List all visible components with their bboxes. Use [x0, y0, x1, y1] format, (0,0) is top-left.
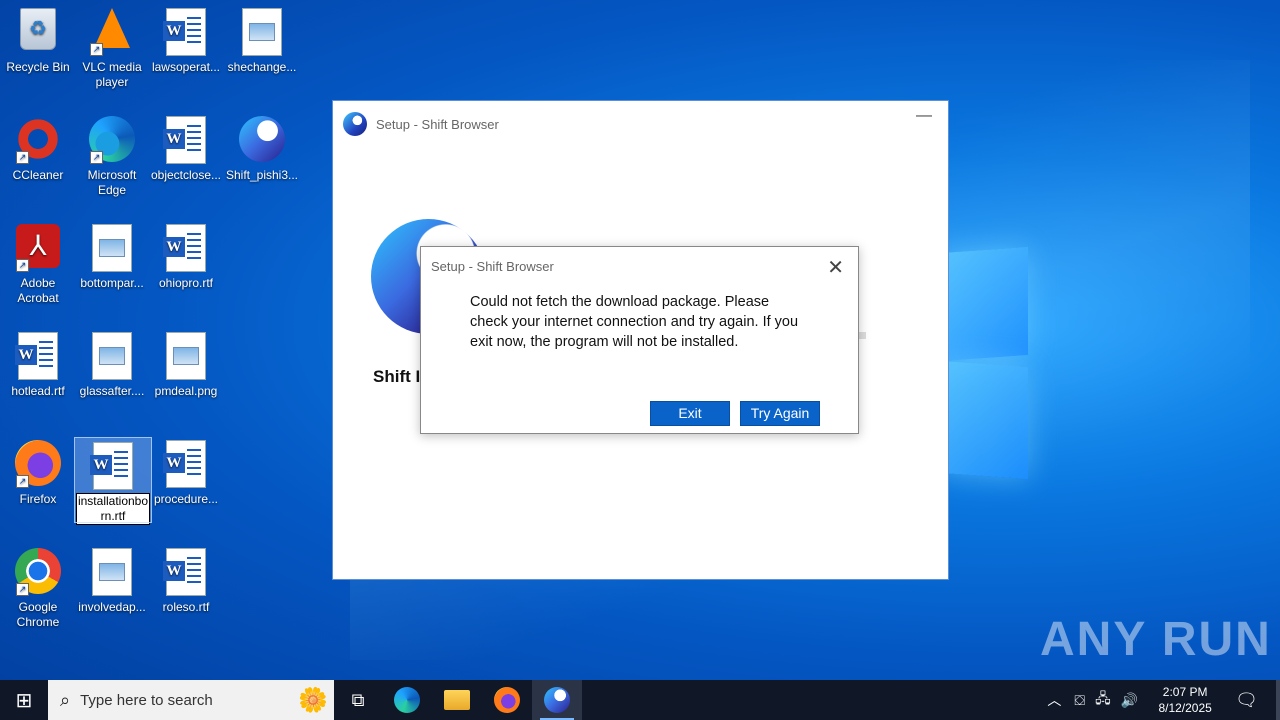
vlc-cone-icon: ↗	[88, 8, 136, 56]
word-doc-icon: W	[162, 8, 210, 56]
ccleaner-icon: ↗	[14, 116, 62, 164]
desktop-icon-vlc[interactable]: ↗ VLC media player	[74, 4, 150, 90]
desktop-icon-edge[interactable]: ↗ Microsoft Edge	[74, 112, 150, 198]
edge-icon	[394, 687, 420, 713]
desktop-icon-pmdeal[interactable]: pmdeal.png	[148, 328, 224, 399]
taskbar-shift-setup[interactable]	[532, 680, 582, 720]
chrome-icon: ↗	[14, 548, 62, 596]
firefox-icon: ↗	[14, 440, 62, 488]
word-doc-icon: W	[162, 116, 210, 164]
desktop-icon-shift-installer[interactable]: Shift_pishi3...	[224, 112, 300, 183]
rename-field[interactable]: installationborn.rtf	[76, 493, 150, 525]
dialog-title: Setup - Shift Browser	[431, 259, 554, 274]
word-doc-icon: W	[162, 440, 210, 488]
desktop-icon-firefox[interactable]: ↗ Firefox	[0, 436, 76, 507]
close-icon[interactable]: ✕	[827, 255, 844, 280]
progress-indicator	[859, 332, 866, 339]
desktop-icon-procedure[interactable]: W procedure...	[148, 436, 224, 507]
start-button[interactable]: ⊞	[0, 680, 48, 720]
show-desktop-button[interactable]	[1276, 680, 1280, 720]
desktop-icon-involvedap[interactable]: involvedap...	[74, 544, 150, 615]
word-doc-icon: W	[14, 332, 62, 380]
image-file-icon	[162, 332, 210, 380]
chevron-up-icon[interactable]: ︿	[1047, 690, 1061, 710]
anyrun-watermark: ANY RUN	[1040, 613, 1272, 666]
desktop-icon-bottompar[interactable]: bottompar...	[74, 220, 150, 291]
desktop-icon-ccleaner[interactable]: ↗ CCleaner	[0, 112, 76, 183]
desktop-icon-recycle-bin[interactable]: ♻ Recycle Bin	[0, 4, 76, 75]
word-doc-icon: W	[162, 224, 210, 272]
clock-date: 8/12/2025	[1158, 701, 1212, 715]
setup-window-title: Setup - Shift Browser	[376, 116, 499, 132]
clock-time: 2:07 PM	[1162, 685, 1208, 699]
minimize-button[interactable]: —	[914, 108, 934, 129]
search-box[interactable]: ⌕ Type here to search 🌼	[48, 680, 334, 720]
try-again-button[interactable]: Try Again	[740, 401, 820, 426]
folder-icon	[444, 690, 470, 710]
desktop-icon-hotlead[interactable]: W hotlead.rtf	[0, 328, 76, 399]
taskbar: ⊞ ⌕ Type here to search 🌼 ⧉ ︿ ⛋ 🖧 🔊 2:07…	[0, 680, 1280, 720]
desktop-icon-roleso[interactable]: W roleso.rtf	[148, 544, 224, 615]
shift-logo-icon	[544, 687, 570, 713]
exit-button[interactable]: Exit	[650, 401, 730, 426]
desktop-icon-shechange[interactable]: shechange...	[224, 4, 300, 75]
desktop-icon-acrobat[interactable]: ⅄ ↗ Adobe Acrobat	[0, 220, 76, 306]
shift-logo-icon	[343, 112, 367, 136]
desktop-icon-chrome[interactable]: ↗ Google Chrome	[0, 544, 76, 630]
search-icon: ⌕	[60, 689, 71, 710]
system-tray: ︿ ⛋ 🖧 🔊 2:07 PM 8/12/2025 🗨	[1039, 680, 1280, 720]
taskbar-firefox[interactable]	[482, 680, 532, 720]
taskbar-edge[interactable]	[382, 680, 432, 720]
desktop-icon-ohiopro[interactable]: W ohiopro.rtf	[148, 220, 224, 291]
edge-icon: ↗	[88, 116, 136, 164]
taskbar-file-explorer[interactable]	[432, 680, 482, 720]
image-file-icon	[88, 548, 136, 596]
notification-icon[interactable]: 🗨	[1235, 690, 1258, 711]
setup-title-bar[interactable]: Setup - Shift Browser	[333, 101, 948, 147]
error-dialog[interactable]: Setup - Shift Browser ✕ Could not fetch …	[420, 246, 859, 434]
search-placeholder: Type here to search	[80, 691, 213, 709]
windows-logo-wallpaper	[940, 240, 1030, 480]
volume-icon[interactable]: 🔊	[1121, 692, 1138, 709]
firefox-icon	[494, 687, 520, 713]
clock[interactable]: 2:07 PM 8/12/2025	[1153, 684, 1217, 716]
image-file-icon	[88, 332, 136, 380]
image-file-icon	[88, 224, 136, 272]
desktop-icon-glassafter[interactable]: glassafter....	[74, 328, 150, 399]
desktop-icon-installationborn[interactable]: W installationborn.rtf	[74, 437, 152, 525]
shift-logo-icon	[238, 116, 286, 164]
desktop-icon-lawsoperat[interactable]: W lawsoperat...	[148, 4, 224, 75]
error-message: Could not fetch the download package. Pl…	[470, 294, 799, 350]
network-device-icon[interactable]: ⛋	[1074, 692, 1085, 709]
desktop-icon-objectclose[interactable]: W objectclose...	[148, 112, 224, 183]
word-doc-icon: W	[162, 548, 210, 596]
image-file-icon	[238, 8, 286, 56]
word-doc-icon: W	[89, 442, 137, 490]
recycle-bin-icon: ♻	[14, 8, 62, 56]
network-icon[interactable]: 🖧	[1095, 688, 1111, 712]
acrobat-icon: ⅄ ↗	[14, 224, 62, 272]
flowers-icon: 🌼	[298, 686, 328, 714]
task-view-button[interactable]: ⧉	[334, 680, 382, 720]
app-name-heading: Shift I	[373, 367, 421, 386]
